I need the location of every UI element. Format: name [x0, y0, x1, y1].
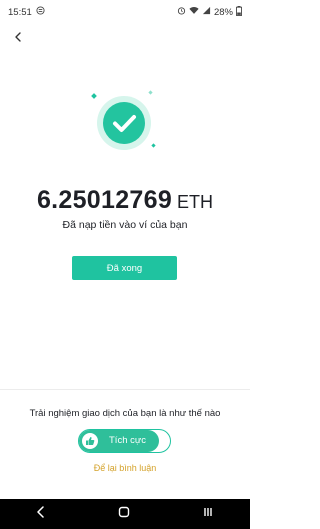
alarm-icon	[177, 6, 186, 18]
battery-percent: 28%	[213, 6, 233, 18]
amount-value: 6.25012769	[36, 186, 173, 214]
status-time: 15:51	[8, 6, 32, 18]
home-nav-icon[interactable]	[118, 505, 130, 523]
back-button[interactable]	[10, 30, 26, 46]
positive-feedback-button[interactable]: Tích cực	[78, 429, 171, 453]
success-graphic	[86, 88, 162, 158]
signal-icon	[202, 6, 211, 18]
status-left: 15:51	[8, 6, 45, 18]
back-nav-icon[interactable]	[36, 505, 46, 523]
chevron-left-icon	[14, 29, 22, 47]
divider	[0, 389, 250, 390]
done-button-label: Đã xong	[106, 262, 143, 274]
recents-nav-icon[interactable]	[202, 505, 214, 523]
feedback-question: Trải nghiệm giao dịch của bạn là như thế…	[29, 408, 221, 419]
deposit-amount: 6.25012769 ETH	[0, 186, 250, 215]
leave-comment-link[interactable]: Để lại bình luận	[0, 463, 250, 473]
notification-icon	[36, 6, 45, 18]
status-right: 28%	[177, 5, 242, 19]
status-bar: 15:51 28%	[0, 0, 250, 24]
battery-icon	[236, 5, 242, 19]
thumbs-up-icon	[82, 433, 98, 449]
done-button[interactable]: Đã xong	[72, 256, 177, 280]
wifi-icon	[189, 6, 199, 18]
deposit-message: Đã nạp tiền vào ví của bạn	[62, 219, 188, 231]
amount-unit: ETH	[177, 192, 214, 212]
positive-label: Tích cực	[109, 435, 146, 446]
check-circle-icon	[97, 96, 151, 150]
navigation-bar	[0, 499, 250, 529]
